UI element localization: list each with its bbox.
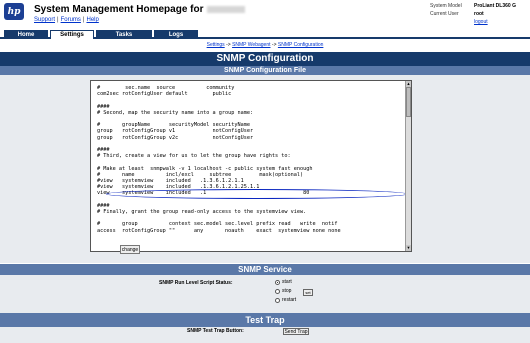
scroll-down-icon[interactable]: ▼ bbox=[406, 245, 411, 251]
radio-stop-icon[interactable] bbox=[275, 288, 280, 294]
snmp-service-title: SNMP Service bbox=[0, 264, 530, 275]
breadcrumb-snmp-webagent[interactable]: SNMP Webagent bbox=[232, 42, 270, 48]
test-trap-label: SNMP Test Trap Button: bbox=[187, 328, 244, 334]
config-textarea[interactable]: # sec.name source community com2sec rotCo… bbox=[90, 80, 412, 252]
scrollbar[interactable]: ▲ ▼ bbox=[405, 81, 411, 251]
support-link[interactable]: Support bbox=[34, 17, 55, 23]
header-links: Support | Forums | Help bbox=[34, 17, 99, 23]
app-header: hp System Management Homepage for Suppor… bbox=[0, 0, 530, 30]
tab-tasks[interactable]: Tasks bbox=[96, 30, 152, 39]
highlight-ellipse bbox=[106, 189, 408, 199]
tab-settings[interactable]: Settings bbox=[50, 30, 94, 39]
radio-restart[interactable]: restart bbox=[275, 297, 296, 303]
hp-logo-icon[interactable]: hp bbox=[4, 3, 24, 20]
redacted-hostname bbox=[206, 5, 245, 13]
radio-stop[interactable]: stop bbox=[275, 288, 291, 294]
system-info: System Model ProLiant DL360 G Current Use… bbox=[430, 3, 516, 25]
config-panel: # sec.name source community com2sec rotCo… bbox=[0, 75, 530, 263]
test-trap-panel: SNMP Test Trap Button: Send Trap bbox=[0, 327, 530, 343]
tab-logs[interactable]: Logs bbox=[154, 30, 198, 39]
radio-start-icon[interactable] bbox=[275, 279, 280, 285]
change-button[interactable]: change bbox=[120, 245, 140, 254]
breadcrumb-settings[interactable]: Settings bbox=[207, 42, 225, 48]
page-title: SNMP Configuration bbox=[0, 52, 530, 66]
config-file-title: SNMP Configuration File bbox=[0, 66, 530, 75]
breadcrumb-snmp-configuration[interactable]: SNMP Configuration bbox=[278, 42, 324, 48]
run-level-label: SNMP Run Level Script Status: bbox=[159, 280, 233, 286]
snmp-service-panel: SNMP Run Level Script Status: start stop… bbox=[0, 275, 530, 313]
breadcrumb: Settings -> SNMP Webagent -> SNMP Config… bbox=[206, 42, 324, 48]
set-button[interactable]: set bbox=[303, 289, 313, 296]
logout-link[interactable]: logout bbox=[474, 19, 488, 25]
tab-home[interactable]: Home bbox=[4, 30, 48, 39]
config-line: access rotConfigGroup "" any noauth exac… bbox=[97, 227, 341, 234]
help-link[interactable]: Help bbox=[86, 17, 98, 23]
send-trap-button[interactable]: Send Trap bbox=[283, 328, 309, 335]
main-tabs: Home Settings Tasks Logs bbox=[0, 30, 530, 39]
page-heading: System Management Homepage for bbox=[34, 4, 245, 15]
config-text: # sec.name source community com2sec rotCo… bbox=[97, 85, 403, 234]
radio-start[interactable]: start bbox=[275, 279, 292, 285]
test-trap-title: Test Trap bbox=[0, 313, 530, 327]
forums-link[interactable]: Forums bbox=[61, 17, 81, 23]
radio-restart-icon[interactable] bbox=[275, 297, 280, 303]
scroll-thumb[interactable] bbox=[406, 87, 411, 117]
